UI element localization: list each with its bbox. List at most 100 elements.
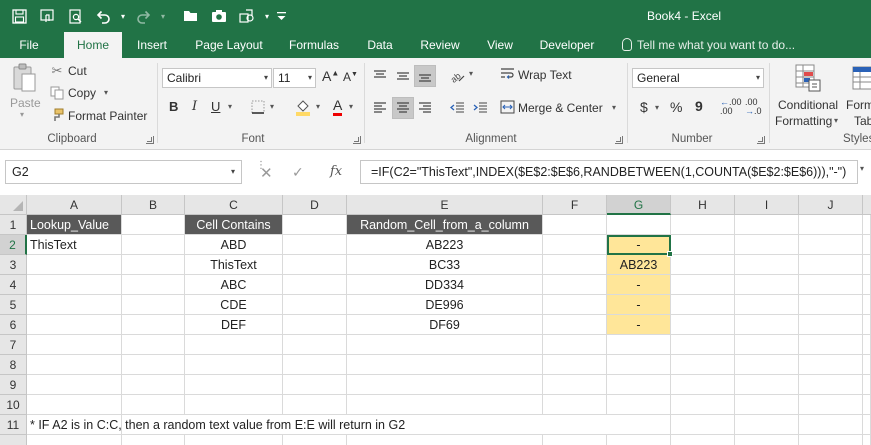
shapes-icon[interactable] [234, 4, 260, 28]
cell-a2[interactable]: ThisText [27, 235, 122, 255]
align-middle-icon[interactable] [392, 65, 414, 87]
grid-cell[interactable] [122, 395, 185, 415]
grid-cell[interactable] [122, 315, 185, 335]
align-right-icon[interactable] [414, 97, 436, 119]
grid-cell[interactable] [671, 235, 735, 255]
paste-dropdown-icon[interactable]: ▾ [20, 110, 24, 119]
copy-icon[interactable] [49, 85, 65, 101]
cell-e6[interactable]: DF69 [347, 315, 543, 335]
grid-cell[interactable] [607, 435, 671, 445]
grid-cell[interactable] [671, 415, 735, 435]
italic-button[interactable]: I [192, 99, 197, 114]
undo-icon[interactable] [90, 4, 116, 28]
fill-color-dropdown-icon[interactable]: ▾ [316, 102, 320, 111]
grid-cell[interactable] [185, 335, 283, 355]
undo-dropdown-icon[interactable]: ▾ [118, 4, 128, 28]
grid-cell[interactable] [543, 295, 607, 315]
column-header-h[interactable]: H [671, 195, 735, 215]
column-header-f[interactable]: F [543, 195, 607, 215]
column-header-b[interactable]: B [122, 195, 185, 215]
tab-review[interactable]: Review [411, 32, 469, 58]
grid-cell[interactable] [863, 435, 871, 445]
scissors-icon[interactable]: ✂ [49, 63, 65, 79]
grid-cell[interactable] [543, 255, 607, 275]
open-icon[interactable] [178, 4, 204, 28]
alignment-launcher-icon[interactable] [615, 136, 623, 144]
column-header-g[interactable]: G [607, 195, 671, 215]
shapes-dropdown-icon[interactable]: ▾ [262, 4, 272, 28]
row-header-12[interactable] [0, 435, 27, 445]
grid-cell[interactable] [799, 395, 863, 415]
redo-dropdown-icon[interactable]: ▾ [158, 4, 168, 28]
grid-cell[interactable] [283, 395, 347, 415]
row-header-11[interactable]: 11 [0, 415, 27, 435]
format-as-table-icon[interactable] [852, 63, 871, 93]
expand-formula-bar-icon[interactable]: ▾ [860, 164, 864, 173]
grid-cell[interactable] [799, 255, 863, 275]
align-left-icon[interactable] [369, 97, 391, 119]
cell-c2[interactable]: ABD [185, 235, 283, 255]
grid-cell[interactable] [799, 335, 863, 355]
fill-handle[interactable] [667, 251, 673, 257]
column-header-j[interactable]: J [799, 195, 863, 215]
cell-e2[interactable]: AB223 [347, 235, 543, 255]
grid-cell[interactable] [543, 235, 607, 255]
cell-c1[interactable]: Cell Contains [185, 215, 283, 235]
tab-data[interactable]: Data [359, 32, 401, 58]
grid-cell[interactable] [735, 235, 799, 255]
font-name-dropdown[interactable]: Calibri ▾ [162, 68, 272, 88]
grid-cell[interactable] [347, 395, 543, 415]
redo-icon[interactable] [130, 4, 156, 28]
grid-cell[interactable] [27, 355, 122, 375]
tab-page-layout[interactable]: Page Layout [187, 32, 271, 58]
grid-cell[interactable] [607, 215, 671, 235]
grid-cell[interactable] [543, 395, 607, 415]
select-all-button[interactable] [0, 195, 27, 215]
grid-cell[interactable] [607, 355, 671, 375]
decrease-indent-icon[interactable] [446, 97, 468, 119]
grid-cell[interactable] [799, 315, 863, 335]
row-header-7[interactable]: 7 [0, 335, 27, 355]
format-as-table-line2[interactable]: Tab [854, 114, 871, 128]
grid-cell[interactable] [671, 315, 735, 335]
grid-cell[interactable] [185, 395, 283, 415]
grid-cell[interactable] [607, 335, 671, 355]
conditional-formatting-line1[interactable]: Conditional [778, 98, 838, 112]
grow-font-button[interactable]: A▲ [322, 68, 339, 84]
grid-cell[interactable] [283, 215, 347, 235]
cell-e5[interactable]: DE996 [347, 295, 543, 315]
touch-mode-icon[interactable] [34, 4, 60, 28]
column-header-c[interactable]: C [185, 195, 283, 215]
grid-cell[interactable] [122, 235, 185, 255]
paste-label[interactable]: Paste [10, 96, 41, 110]
borders-dropdown-icon[interactable]: ▾ [270, 102, 274, 111]
clipboard-launcher-icon[interactable] [146, 136, 154, 144]
grid-cell[interactable] [283, 255, 347, 275]
cell-c5[interactable]: CDE [185, 295, 283, 315]
underline-dropdown-icon[interactable]: ▾ [228, 102, 232, 111]
align-center-icon[interactable] [392, 97, 414, 119]
grid-cell[interactable] [735, 315, 799, 335]
orientation-dropdown-icon[interactable]: ▾ [469, 69, 473, 78]
underline-button[interactable]: U [211, 99, 220, 114]
grid-cell[interactable] [543, 435, 607, 445]
grid-cell[interactable] [799, 295, 863, 315]
decrease-decimal-button[interactable]: .00 →.0 [745, 98, 762, 116]
column-header-i[interactable]: I [735, 195, 799, 215]
grid-cell[interactable] [735, 435, 799, 445]
tab-view[interactable]: View [478, 32, 522, 58]
grid-cell[interactable] [863, 215, 871, 235]
tab-formulas[interactable]: Formulas [281, 32, 347, 58]
font-size-dropdown[interactable]: 11 ▾ [273, 68, 316, 88]
grid-cell[interactable] [122, 335, 185, 355]
customize-icon[interactable] [274, 4, 288, 28]
cell-e3[interactable]: BC33 [347, 255, 543, 275]
column-header-k[interactable] [863, 195, 871, 215]
row-header-1[interactable]: 1 [0, 215, 27, 235]
currency-button[interactable]: $ [640, 99, 648, 115]
grid-cell[interactable] [799, 275, 863, 295]
camera-icon[interactable] [206, 4, 232, 28]
orientation-icon[interactable]: ab [446, 65, 468, 87]
grid-cell[interactable] [799, 235, 863, 255]
grid-cell[interactable] [671, 255, 735, 275]
